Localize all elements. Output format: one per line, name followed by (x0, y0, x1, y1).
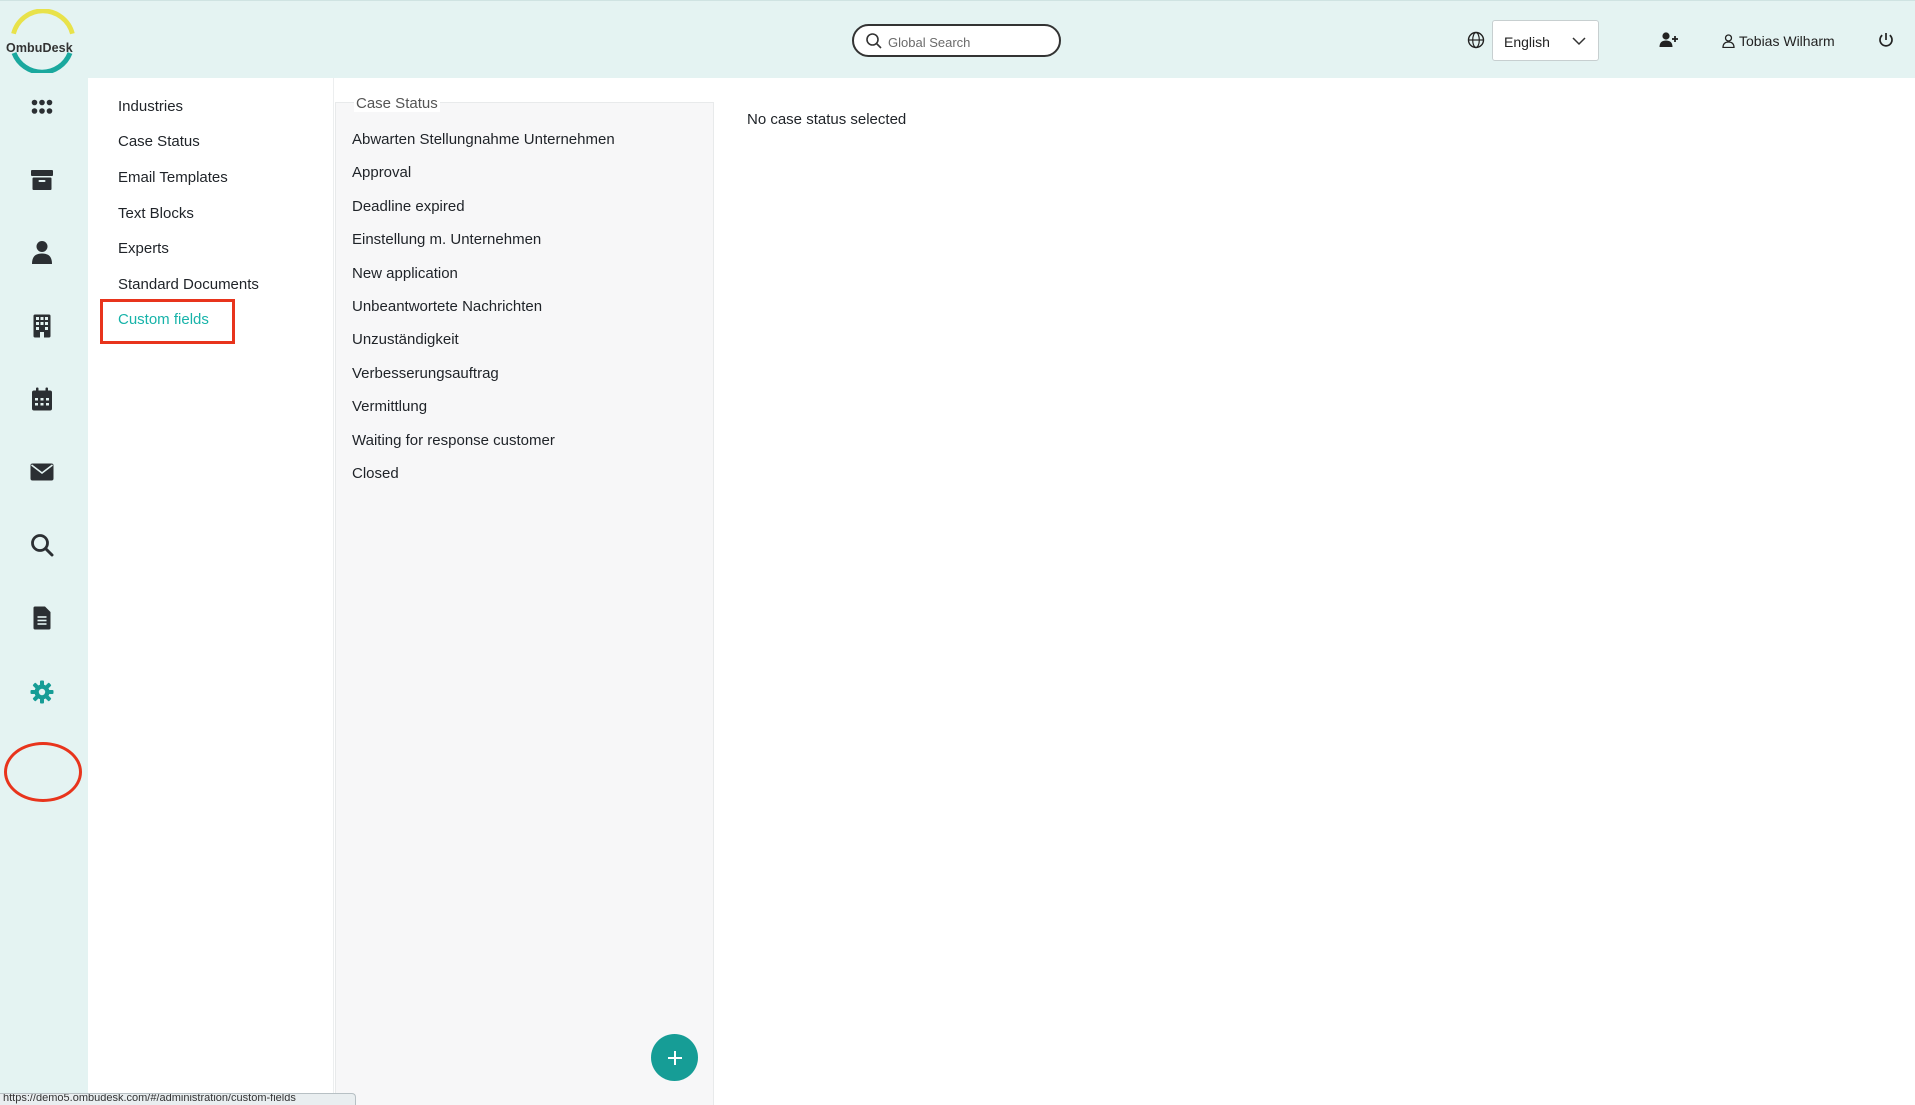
case-status-item[interactable]: New application (352, 265, 458, 282)
globe-icon (1467, 31, 1485, 49)
admin-nav-industries[interactable]: Industries (118, 98, 183, 115)
user-menu[interactable]: Tobias Wilharm (1722, 32, 1835, 50)
building-icon[interactable] (29, 313, 55, 339)
case-status-item[interactable]: Einstellung m. Unternehmen (352, 231, 541, 248)
plus-icon (667, 1050, 682, 1065)
admin-nav-standard-documents[interactable]: Standard Documents (118, 276, 259, 293)
top-bar: OmbuDesk Global Search English Tobias Wi… (0, 0, 1915, 78)
apps-grid-icon[interactable] (29, 94, 55, 120)
admin-nav-experts[interactable]: Experts (118, 240, 169, 257)
admin-nav-email-templates[interactable]: Email Templates (118, 169, 228, 186)
search-icon[interactable] (29, 532, 55, 558)
case-status-item[interactable]: Waiting for response customer (352, 432, 555, 449)
archive-icon[interactable] (29, 167, 55, 193)
global-search-input[interactable]: Global Search (852, 24, 1061, 57)
language-select[interactable]: English (1492, 20, 1599, 61)
case-status-item[interactable]: Unzuständigkeit (352, 331, 459, 348)
status-url-text: https://demo5.ombudesk.com/#/administrat… (3, 1093, 296, 1104)
admin-nav-case-status[interactable]: Case Status (118, 133, 200, 150)
custom-fields-highlight-box (100, 299, 235, 344)
browser-status-url: https://demo5.ombudesk.com/#/administrat… (0, 1093, 356, 1105)
case-status-item[interactable]: Vermittlung (352, 398, 427, 415)
gear-icon[interactable] (29, 679, 55, 705)
logout-power-icon[interactable] (1877, 31, 1895, 49)
admin-nav: Industries Case Status Email Templates T… (88, 78, 334, 1105)
case-status-item[interactable]: Unbeantwortete Nachrichten (352, 298, 542, 315)
case-status-item[interactable]: Abwarten Stellungnahme Unternehmen (352, 131, 615, 148)
person-icon[interactable] (29, 239, 55, 265)
case-status-panel (335, 102, 714, 1105)
case-status-item[interactable]: Closed (352, 465, 399, 482)
language-value: English (1504, 34, 1550, 50)
case-status-item[interactable]: Deadline expired (352, 198, 465, 215)
user-name: Tobias Wilharm (1739, 33, 1835, 49)
add-user-icon[interactable] (1659, 31, 1679, 49)
logo-text: OmbuDesk (6, 41, 73, 55)
add-case-status-button[interactable] (651, 1034, 698, 1081)
admin-nav-text-blocks[interactable]: Text Blocks (118, 205, 194, 222)
case-status-item[interactable]: Approval (352, 164, 411, 181)
search-placeholder: Global Search (888, 35, 971, 50)
calendar-icon[interactable] (29, 386, 55, 412)
app-logo[interactable]: OmbuDesk (2, 8, 90, 75)
main-sidebar (0, 78, 88, 1105)
case-status-title: Case Status (354, 95, 440, 112)
search-icon (866, 33, 882, 49)
gear-highlight-circle (4, 742, 82, 802)
chevron-down-icon (1572, 37, 1586, 46)
empty-state-text: No case status selected (747, 111, 907, 128)
document-icon[interactable] (29, 605, 55, 631)
user-icon (1722, 34, 1735, 48)
envelope-icon[interactable] (29, 459, 55, 485)
case-status-item[interactable]: Verbesserungsauftrag (352, 365, 499, 382)
